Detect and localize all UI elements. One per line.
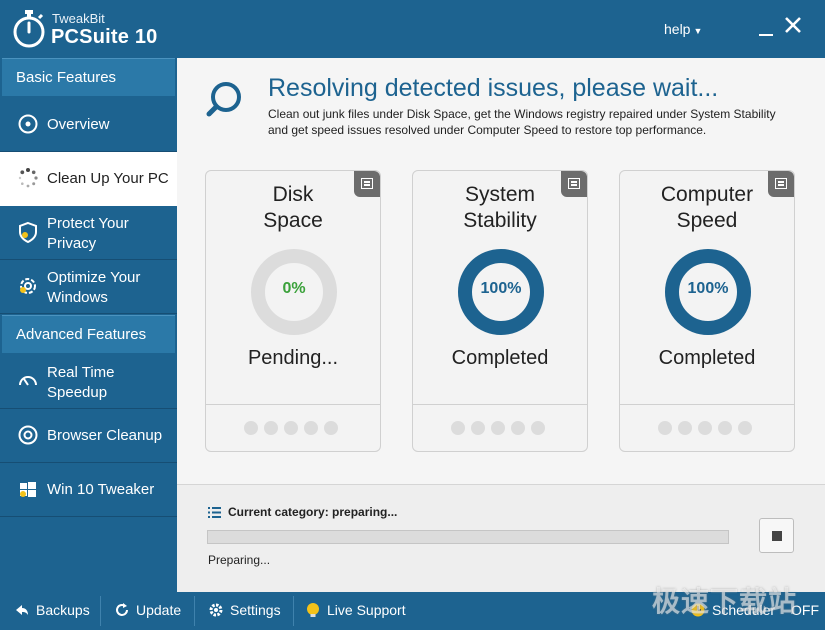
stop-icon (772, 531, 782, 541)
gear-icon (209, 603, 223, 617)
backups-label: Backups (36, 602, 90, 618)
card-percent: 0% (282, 280, 306, 297)
brand-company: TweakBit (52, 11, 105, 26)
stop-button[interactable] (759, 518, 794, 553)
card-percent: 100% (480, 280, 522, 297)
sidebar: Basic Features Overview Clean Up Your PC (0, 58, 177, 592)
gauge-icon (19, 376, 37, 386)
close-icon[interactable] (784, 16, 802, 34)
sidebar-item-browser-cleanup[interactable]: Browser Cleanup (0, 409, 177, 463)
minimize-icon[interactable] (759, 34, 773, 36)
section-header-advanced: Advanced Features (2, 315, 175, 353)
card-title: Computer Speed (620, 182, 794, 234)
card-indicator-dots (658, 421, 758, 437)
back-arrow-icon (16, 605, 28, 615)
card-indicator-dots (244, 421, 344, 437)
shield-icon (19, 221, 37, 243)
lightbulb-icon (307, 603, 319, 617)
current-category: Current category: preparing... (228, 505, 398, 519)
card-title: Disk Space (206, 182, 380, 234)
magnifier-icon (206, 82, 241, 117)
sidebar-item-optimize-windows[interactable]: Optimize Your Windows (0, 260, 177, 314)
stopwatch-icon (13, 10, 45, 48)
progress-panel: Current category: preparing... Preparing… (177, 484, 825, 592)
card-divider (206, 404, 380, 405)
card-title-line2: Space (263, 209, 323, 232)
help-menu[interactable]: help ▼ (664, 21, 702, 37)
page-description: Clean out junk files under Disk Space, g… (268, 107, 776, 137)
sidebar-item-win10-tweaker[interactable]: Win 10 Tweaker (0, 463, 177, 517)
app-title: PCSuite 10 (51, 26, 158, 48)
settings-button[interactable]: Settings (208, 592, 281, 630)
windows-icon (20, 482, 36, 497)
card-indicator-dots (451, 421, 551, 437)
watermark-text: 极速下载站 (652, 586, 798, 617)
update-label: Update (136, 602, 182, 618)
card-divider (413, 404, 587, 405)
sidebar-item-label: Protect Your Privacy (47, 215, 129, 252)
card-computer-speed: Computer Speed 100% Completed (619, 170, 795, 452)
card-title-line2: Stability (463, 209, 537, 232)
backups-button[interactable]: Backups (14, 592, 90, 630)
card-title-line1: Computer (660, 183, 754, 206)
sidebar-item-overview[interactable]: Overview (0, 98, 177, 152)
progress-bar (207, 530, 729, 544)
sidebar-item-label: Clean Up Your PC (47, 170, 169, 187)
sidebar-item-label: Real Time Speedup (47, 364, 115, 401)
help-label: help (664, 21, 691, 37)
settings-label: Settings (230, 602, 281, 618)
card-title-line1: System (464, 183, 535, 206)
card-status: Completed (451, 347, 549, 369)
live-support-button[interactable]: Live Support (305, 592, 406, 630)
sidebar-item-real-time-speedup[interactable]: Real Time Speedup (0, 355, 177, 409)
chevron-down-icon: ▼ (693, 26, 703, 36)
separator (100, 596, 101, 626)
card-status: Completed (658, 347, 756, 369)
page-title: Resolving detected issues, please wait..… (268, 74, 719, 102)
sidebar-item-protect-privacy[interactable]: Protect Your Privacy (0, 206, 177, 260)
separator (194, 596, 195, 626)
sidebar-item-clean-up[interactable]: Clean Up Your PC (0, 152, 177, 206)
card-status: Pending... (247, 347, 339, 369)
card-title-line1: Disk (272, 183, 314, 206)
sidebar-item-label: Optimize Your Windows (47, 269, 141, 306)
card-percent: 100% (687, 280, 729, 297)
separator (293, 596, 294, 626)
spinner-icon (18, 168, 38, 188)
card-divider (620, 404, 794, 405)
progress-status-text: Preparing... (208, 553, 271, 567)
overview-icon (18, 114, 38, 134)
sidebar-item-label: Win 10 Tweaker (47, 481, 155, 498)
sidebar-item-label: Browser Cleanup (47, 427, 163, 444)
section-header-basic: Basic Features (2, 58, 175, 96)
live-support-label: Live Support (327, 602, 406, 618)
main-panel: Resolving detected issues, please wait..… (177, 58, 825, 592)
optimize-icon (20, 278, 36, 294)
card-title-line2: Speed (676, 209, 738, 232)
card-system-stability: System Stability 100% Completed (412, 170, 588, 452)
card-disk-space: Disk Space 0% Pending... (205, 170, 381, 452)
list-icon (208, 507, 221, 518)
browser-icon (18, 425, 38, 445)
title-bar: TweakBit PCSuite 10 help ▼ (0, 0, 825, 58)
card-title: System Stability (413, 182, 587, 234)
sidebar-item-label: Overview (47, 116, 110, 133)
refresh-icon (116, 603, 128, 616)
update-button[interactable]: Update (114, 592, 181, 630)
